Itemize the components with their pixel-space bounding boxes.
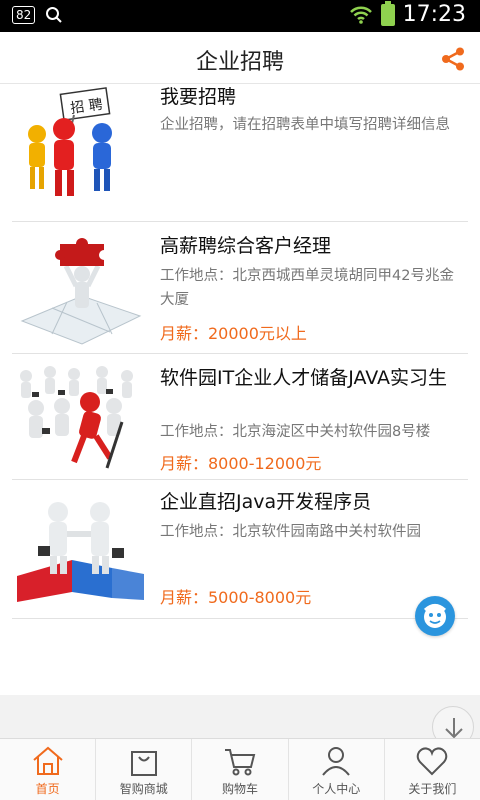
recruit-sign-people-image: 招 聘 [28, 87, 112, 196]
handshake-puzzle-image [17, 502, 144, 602]
puzzle-person-image [20, 238, 142, 345]
job-location: 工作地点：北京海淀区中关村软件园8号楼 [160, 424, 431, 440]
job-title: 软件园IT企业人才储备JAVA实习生 [160, 367, 448, 389]
job-title: 我要招聘 [160, 86, 237, 108]
job-list-item[interactable]: 高薪聘综合客户经理 工作地点：北京西城西单灵境胡同甲42号兆金大厦 月薪：200… [12, 222, 468, 354]
job-salary: 月薪：20000元以上 [160, 324, 307, 343]
nav-item-mall[interactable]: 智购商城 [95, 739, 191, 800]
floating-assistant-button[interactable] [415, 596, 455, 636]
status-left: 82 [12, 6, 63, 24]
nav-label: 关于我们 [408, 782, 457, 796]
bottom-nav: 首页 智购商城 购物车 个人中心 关于我们 [0, 738, 480, 800]
nav-item-home[interactable]: 首页 [0, 739, 95, 800]
battery-icon [380, 0, 395, 26]
battery-level-badge: 82 [12, 6, 36, 24]
nav-item-profile[interactable]: 个人中心 [287, 739, 384, 800]
job-list-item[interactable]: 招 聘 我要招聘 企业招聘，请在招聘表单中填写招聘详细信息 [12, 85, 468, 222]
nav-label: 个人中心 [312, 782, 361, 796]
footer-gray-area [0, 695, 480, 738]
job-list-item[interactable]: 企业直招Java开发程序员 工作地点：北京软件园南路中关村软件园 月薪：5000… [12, 480, 468, 619]
job-title: 企业直招Java开发程序员 [160, 491, 372, 513]
status-bar: 82 17:23 [0, 0, 480, 32]
job-location: 工作地点：北京软件园南路中关村软件园 [160, 524, 421, 540]
search-icon [46, 7, 62, 23]
job-salary: 月薪：8000-12000元 [160, 454, 322, 473]
running-people-image [20, 366, 133, 469]
cart-icon [225, 749, 256, 776]
app-header: 企业招聘 [0, 32, 480, 84]
status-right: 17:23 [349, 0, 466, 27]
home-icon [32, 746, 63, 775]
job-title: 高薪聘综合客户经理 [160, 235, 332, 257]
job-salary: 月薪：5000-8000元 [160, 588, 312, 607]
job-list-item[interactable]: 软件园IT企业人才储备JAVA实习生 工作地点：北京海淀区中关村软件园8号楼 月… [12, 354, 468, 480]
page-title: 企业招聘 [195, 50, 284, 75]
heart-icon [417, 747, 448, 776]
job-description: 企业招聘，请在招聘表单中填写招聘详细信息 [160, 117, 450, 133]
wifi-icon [349, 6, 372, 24]
nav-item-cart[interactable]: 购物车 [191, 739, 287, 800]
job-list: 招 聘 我要招聘 企业招聘，请在招聘表单中填写招聘详细信息 高薪聘综合客户经理 … [0, 85, 480, 695]
job-location: 工作地点：北京西城西单灵境胡同甲42号兆金大厦 [160, 268, 454, 308]
mascot-icon [423, 604, 447, 628]
nav-label: 首页 [35, 782, 60, 796]
person-icon [322, 747, 350, 776]
bag-icon [130, 751, 157, 776]
status-time: 17:23 [402, 2, 466, 27]
share-icon[interactable] [438, 44, 468, 74]
nav-label: 智购商城 [119, 782, 168, 796]
nav-item-about[interactable]: 关于我们 [383, 739, 480, 800]
nav-label: 购物车 [222, 782, 259, 796]
